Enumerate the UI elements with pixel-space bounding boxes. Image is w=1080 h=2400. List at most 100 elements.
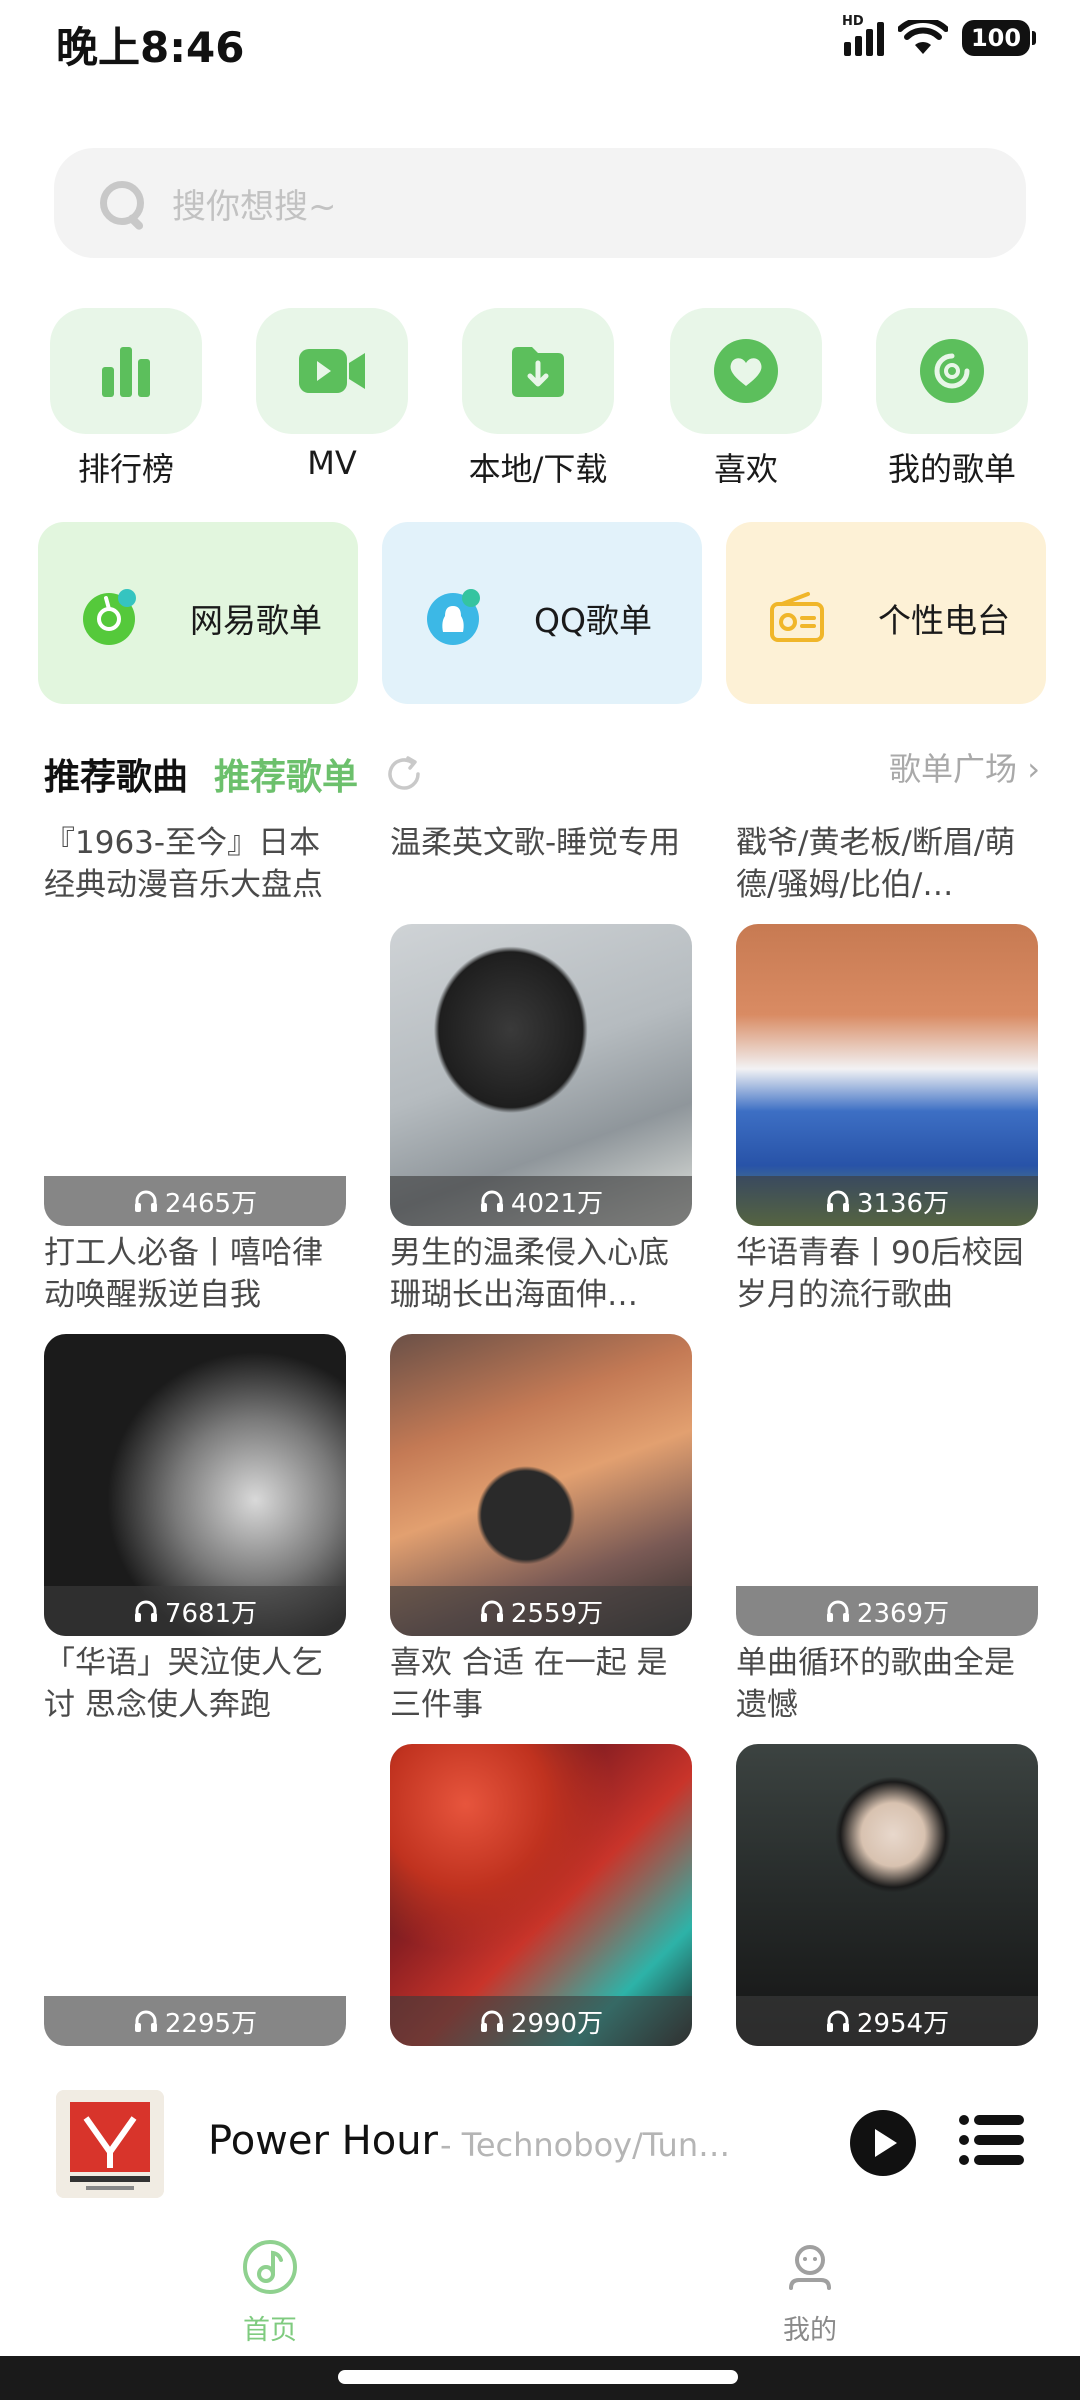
playlist-title: 喜欢 合适 在一起 是三件事 xyxy=(390,1645,668,1723)
playlist-title: 「华语」哭泣使人乞讨 思念使人奔跑 xyxy=(44,1645,323,1723)
search-icon xyxy=(96,177,148,229)
play-count: 2369万 xyxy=(736,1586,1038,1636)
radio-icon xyxy=(770,592,824,642)
play-count-value: 4021万 xyxy=(510,1188,604,1219)
playlist-cover: 2954万 xyxy=(736,1744,1038,2046)
home-indicator[interactable] xyxy=(338,2370,738,2384)
playlist-cover: 4021万 xyxy=(390,924,692,1226)
play-count-value: 2369万 xyxy=(856,1598,950,1629)
quick-entry-rank[interactable]: 排行榜 xyxy=(46,308,206,490)
status-time: 晚上8:46 xyxy=(56,23,245,72)
playlist-title: 温柔英文歌-睡觉专用 xyxy=(390,825,681,861)
playlist-cover: 2559万 xyxy=(390,1334,692,1636)
playlist-title: 单曲循环的歌曲全是遗憾 xyxy=(736,1645,1015,1723)
quick-tile xyxy=(670,308,822,434)
quick-entry-my-playlists[interactable]: 我的歌单 xyxy=(872,308,1032,490)
nav-home[interactable]: 首页 xyxy=(170,2238,370,2347)
playlist-card[interactable]: 喜欢 合适 在一起 是三件事 2990万 xyxy=(390,1642,692,2046)
quick-entry-label: 排行榜 xyxy=(77,450,174,488)
wifi-icon xyxy=(898,20,948,54)
play-count: 7681万 xyxy=(44,1586,346,1636)
play-count-value: 2990万 xyxy=(510,2008,604,2039)
quick-tile xyxy=(876,308,1028,434)
play-count: 4021万 xyxy=(390,1176,692,1226)
playlist-card[interactable]: 「华语」哭泣使人乞讨 思念使人奔跑 2295万 xyxy=(44,1642,346,2046)
quick-entry-label: 本地/下载 xyxy=(468,450,608,488)
disc-icon xyxy=(920,339,984,403)
source-radio[interactable]: 个性电台 xyxy=(726,522,1046,704)
headphones-icon xyxy=(826,1190,849,1212)
playlist-title: 华语青春丨90后校园岁月的流行歌曲 xyxy=(736,1235,1024,1313)
source-netease[interactable]: 网易歌单 xyxy=(38,522,358,704)
play-count-value: 2465万 xyxy=(164,1188,258,1219)
headphones-icon xyxy=(826,1600,849,1622)
playlist-cover: 2295万 xyxy=(44,1744,346,2046)
heart-icon xyxy=(714,339,778,403)
playlist-title: 男生的温柔侵入心底珊瑚长出海面伸… xyxy=(390,1235,669,1313)
quick-entry-mv[interactable]: MV xyxy=(252,308,412,482)
playlist-cover: 2369万 xyxy=(736,1334,1038,1636)
play-count-value: 2559万 xyxy=(510,1598,604,1629)
tab-recommended-playlists[interactable]: 推荐歌单 xyxy=(214,748,358,800)
quick-entry-download[interactable]: 本地/下载 xyxy=(458,308,618,490)
status-icons: HD 100 xyxy=(842,14,1036,56)
quick-entry-like[interactable]: 喜欢 xyxy=(666,308,826,490)
tab-recommended-songs[interactable]: 推荐歌曲 xyxy=(44,748,188,800)
source-qq[interactable]: QQ歌单 xyxy=(382,522,702,704)
playlist-card[interactable]: 打工人必备丨嘻哈律动唤醒叛逆自我 7681万 xyxy=(44,1232,346,1636)
play-count-value: 2954万 xyxy=(856,2008,950,2039)
playlist-title: 打工人必备丨嘻哈律动唤醒叛逆自我 xyxy=(44,1235,323,1313)
play-count: 2559万 xyxy=(390,1586,692,1636)
playlist-card[interactable]: 温柔英文歌-睡觉专用 4021万 xyxy=(390,822,692,1226)
play-count: 2990万 xyxy=(390,1996,692,2046)
playlist-card[interactable]: 华语青春丨90后校园岁月的流行歌曲 2369万 xyxy=(736,1232,1038,1636)
now-playing-title: Power Hour xyxy=(208,2118,438,2164)
signal-icon: HD xyxy=(842,14,884,56)
playlist-title: 戳爷/黄老板/断眉/萌德/骚姆/比伯/… xyxy=(736,825,1016,903)
album-logo-icon xyxy=(56,2090,164,2198)
quick-entry-label: 喜欢 xyxy=(713,450,778,488)
quick-entry-label: MV xyxy=(307,444,357,482)
chart-bars-icon xyxy=(102,347,150,397)
headphones-icon xyxy=(134,1190,157,1212)
refresh-icon[interactable] xyxy=(384,754,424,794)
now-playing-artist: - Technoboy/Tun… xyxy=(440,2126,731,2164)
play-button[interactable] xyxy=(850,2110,916,2176)
playlist-cover: 3136万 xyxy=(736,924,1038,1226)
status-bar: 晚上8:46 HD 100 xyxy=(0,0,1080,84)
playlist-cover: 7681万 xyxy=(44,1334,346,1636)
playlist-card[interactable]: 男生的温柔侵入心底珊瑚长出海面伸… 2559万 xyxy=(390,1232,692,1636)
nav-label: 我的 xyxy=(783,2315,837,2346)
qq-icon xyxy=(427,589,480,645)
playlist-card[interactable]: 戳爷/黄老板/断眉/萌德/骚姆/比伯/… 3136万 xyxy=(736,822,1038,1226)
gesture-bar xyxy=(0,2356,1080,2400)
headphones-icon xyxy=(480,1600,503,1622)
playlist-cover: 2465万 xyxy=(44,924,346,1226)
play-count-value: 7681万 xyxy=(164,1598,258,1629)
quick-tile xyxy=(256,308,408,434)
section-header: 推荐歌曲 推荐歌单 xyxy=(44,748,424,800)
network-type-label: HD xyxy=(842,14,864,29)
playlist-card[interactable]: 单曲循环的歌曲全是遗憾 2954万 xyxy=(736,1642,1038,2046)
play-count: 3136万 xyxy=(736,1176,1038,1226)
quick-tile xyxy=(50,308,202,434)
mini-player[interactable]: Power Hour - Technoboy/Tun… xyxy=(0,2068,1080,2218)
playlist-square-link[interactable]: 歌单广场 › xyxy=(889,744,1040,790)
download-folder-icon xyxy=(512,347,564,397)
nav-label: 首页 xyxy=(243,2315,297,2346)
play-count: 2954万 xyxy=(736,1996,1038,2046)
playlist-queue-icon[interactable] xyxy=(958,2112,1024,2168)
headphones-icon xyxy=(134,2010,157,2032)
play-count-value: 2295万 xyxy=(164,2008,258,2039)
nav-mine[interactable]: 我的 xyxy=(710,2238,910,2347)
album-art[interactable] xyxy=(56,2090,164,2198)
search-input[interactable]: 搜你想搜~ xyxy=(54,148,1026,258)
playlist-card[interactable]: 『1963-至今』日本经典动漫音乐大盘点 2465万 xyxy=(44,822,346,1226)
headphones-icon xyxy=(480,1190,503,1212)
headphones-icon xyxy=(826,2010,849,2032)
quick-entries: 排行榜 MV 本地/下载 喜欢 我的歌单 xyxy=(0,308,1080,498)
playlist-title: 『1963-至今』日本经典动漫音乐大盘点 xyxy=(44,825,323,903)
play-count-value: 3136万 xyxy=(856,1188,950,1219)
music-note-circle-icon xyxy=(243,2240,297,2294)
headphones-icon xyxy=(480,2010,503,2032)
